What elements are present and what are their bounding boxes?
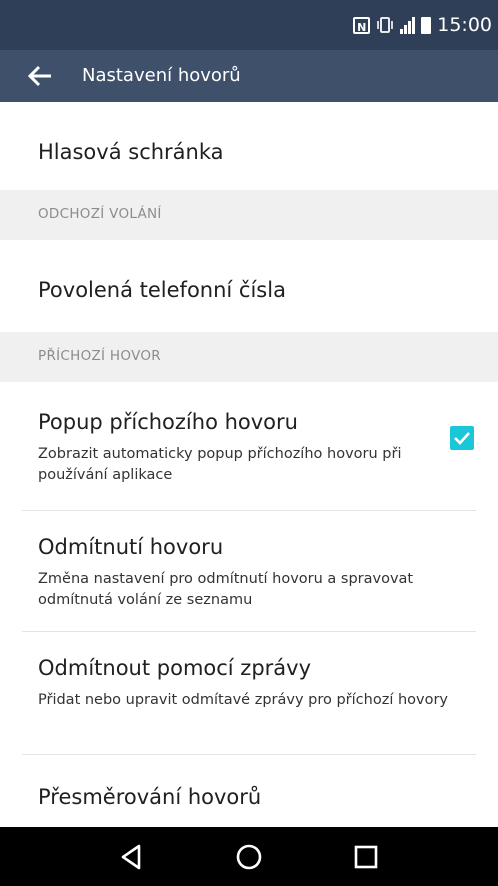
fixed-dialing-item[interactable]: Povolená telefonní čísla (0, 240, 498, 332)
back-triangle-icon[interactable] (112, 837, 152, 877)
battery-icon (421, 16, 432, 34)
incoming-popup-item[interactable]: Popup příchozího hovoru Zobrazit automat… (0, 382, 498, 510)
recents-square-icon[interactable] (346, 837, 386, 877)
app-toolbar: Nastavení hovorů (0, 50, 498, 102)
section-header-outgoing: ODCHOZÍ VOLÁNÍ (0, 190, 498, 240)
incoming-popup-title: Popup příchozího hovoru (38, 410, 298, 434)
signal-icon (400, 16, 416, 34)
call-reject-subtitle: Změna nastavení pro odmítnutí hovoru a s… (38, 571, 414, 608)
home-circle-icon[interactable] (229, 837, 269, 877)
status-icons: N 15:00 (353, 14, 492, 36)
section-header-incoming: PŘÍCHOZÍ HOVOR (0, 332, 498, 382)
call-forwarding-title: Přesměrování hovorů (38, 785, 262, 809)
call-reject-title: Odmítnutí hovoru (38, 535, 224, 559)
call-forwarding-item[interactable]: Přesměrování hovorů (0, 755, 498, 827)
reject-with-message-title: Odmítnout pomocí zprávy (38, 656, 312, 680)
navigation-bar (0, 827, 498, 886)
page-title: Nastavení hovorů (82, 65, 241, 86)
section-label-incoming: PŘÍCHOZÍ HOVOR (38, 348, 161, 364)
status-bar: N 15:00 (0, 0, 498, 50)
status-time: 15:00 (437, 14, 492, 36)
incoming-popup-subtitle: Zobrazit automaticky popup příchozího ho… (38, 446, 402, 483)
call-reject-item[interactable]: Odmítnutí hovoru Změna nastavení pro odm… (0, 511, 498, 631)
voicemail-title: Hlasová schránka (38, 140, 224, 164)
arrow-left-icon[interactable] (24, 60, 56, 92)
checkbox-checked-icon[interactable] (450, 426, 474, 450)
nfc-icon: N (353, 16, 371, 34)
voicemail-item[interactable]: Hlasová schránka (0, 114, 498, 200)
section-label-outgoing: ODCHOZÍ VOLÁNÍ (38, 206, 162, 222)
reject-with-message-item[interactable]: Odmítnout pomocí zprávy Přidat nebo upra… (0, 632, 498, 754)
fixed-dialing-title: Povolená telefonní čísla (38, 278, 286, 302)
settings-list: Hlasová schránka ODCHOZÍ VOLÁNÍ Povolená… (0, 102, 498, 827)
reject-with-message-subtitle: Přidat nebo upravit odmítavé zprávy pro … (38, 692, 449, 708)
vibrate-icon (377, 17, 394, 33)
